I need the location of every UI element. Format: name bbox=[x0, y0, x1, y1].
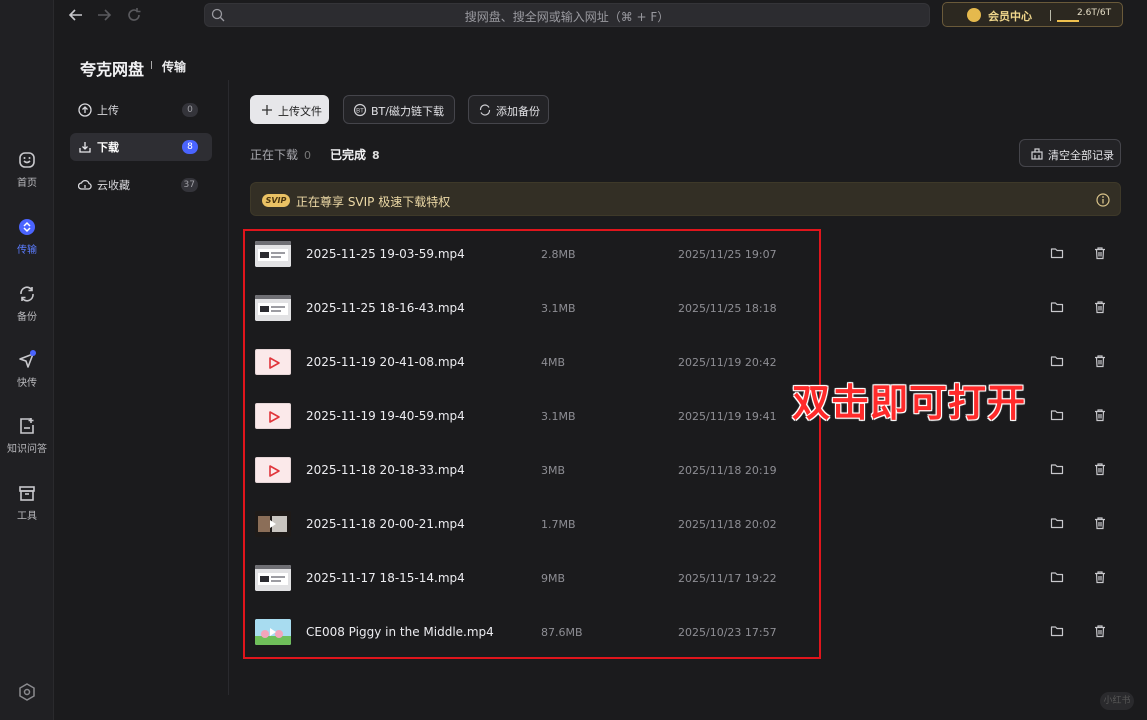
button-label: 添加备份 bbox=[496, 105, 540, 118]
rail-item-transfer[interactable]: 传输 bbox=[0, 217, 54, 256]
section-title: 传输 bbox=[162, 60, 187, 74]
trash-icon[interactable] bbox=[1093, 462, 1107, 476]
tab-label: 正在下载 bbox=[250, 148, 299, 162]
open-folder-icon[interactable] bbox=[1050, 300, 1064, 314]
count-badge: 37 bbox=[180, 178, 198, 192]
sidebar-item-label: 下载 bbox=[97, 141, 119, 154]
svip-banner: SVIP 正在尊享 SVIP 极速下载特权 bbox=[250, 182, 1121, 216]
info-icon[interactable] bbox=[1096, 193, 1110, 207]
rail-label: 传输 bbox=[17, 245, 37, 256]
backup-icon bbox=[20, 286, 34, 302]
rail-item-tools[interactable]: 工具 bbox=[0, 483, 54, 522]
backup-icon bbox=[479, 104, 491, 116]
open-folder-icon[interactable] bbox=[1050, 462, 1064, 476]
rail-item-send[interactable]: 快传 bbox=[0, 350, 54, 389]
plus-icon bbox=[262, 105, 272, 115]
tab-downloading[interactable]: 正在下载 0 bbox=[250, 146, 311, 163]
svg-text:BT: BT bbox=[356, 109, 364, 115]
open-folder-icon[interactable] bbox=[1050, 570, 1064, 584]
magnet-icon: BT bbox=[353, 103, 367, 117]
rail-item-home[interactable]: 首页 bbox=[0, 150, 54, 189]
upload-icon bbox=[78, 103, 92, 117]
rail-item-backup[interactable]: 备份 bbox=[0, 284, 54, 323]
tab-count: 8 bbox=[372, 149, 380, 162]
forward-arrow-icon[interactable] bbox=[94, 5, 114, 25]
title-separator bbox=[151, 61, 152, 69]
button-label: 清空全部记录 bbox=[1048, 149, 1114, 162]
open-folder-icon[interactable] bbox=[1050, 246, 1064, 260]
storage-text: 2.6T/6T bbox=[1077, 8, 1112, 18]
clear-all-records-button[interactable]: 清空全部记录 bbox=[1019, 139, 1121, 167]
add-backup-button[interactable]: 添加备份 bbox=[468, 95, 549, 124]
clear-icon bbox=[1031, 148, 1043, 160]
sidebar-item-cloud-collection[interactable]: 云收藏 37 bbox=[70, 171, 212, 199]
upload-file-button[interactable]: 上传文件 bbox=[250, 95, 329, 124]
back-arrow-icon[interactable] bbox=[66, 5, 86, 25]
open-folder-icon[interactable] bbox=[1050, 354, 1064, 368]
watermark: 小红书 bbox=[1100, 692, 1134, 710]
banner-text: 正在尊享 SVIP 极速下载特权 bbox=[296, 195, 451, 209]
home-icon bbox=[19, 152, 35, 168]
rail-label: 知识问答 bbox=[7, 444, 47, 455]
rail-label: 工具 bbox=[17, 511, 37, 522]
annotation-text: 双击即可打开 bbox=[792, 381, 1027, 425]
highlight-annotation-box bbox=[243, 229, 821, 659]
rail-item-qa[interactable]: 知识问答 bbox=[0, 416, 54, 455]
trash-icon[interactable] bbox=[1093, 570, 1107, 584]
coin-icon bbox=[967, 8, 981, 22]
vip-center-button[interactable]: 会员中心 2.6T/6T bbox=[942, 2, 1123, 27]
trash-icon[interactable] bbox=[1093, 408, 1107, 422]
storage-usage-bar bbox=[1057, 20, 1079, 22]
open-folder-icon[interactable] bbox=[1050, 624, 1064, 638]
top-bar: 搜网盘、搜全网或输入网址（⌘ + F） 会员中心 2.6T/6T bbox=[54, 0, 1147, 30]
refresh-icon[interactable] bbox=[124, 5, 144, 25]
count-badge: 8 bbox=[182, 140, 198, 154]
trash-icon[interactable] bbox=[1093, 516, 1107, 530]
open-folder-icon[interactable] bbox=[1050, 408, 1064, 422]
button-label: 上传文件 bbox=[278, 105, 322, 118]
bt-magnet-download-button[interactable]: BT BT/磁力链下载 bbox=[343, 95, 455, 124]
open-folder-icon[interactable] bbox=[1050, 516, 1064, 530]
sidebar-item-label: 上传 bbox=[97, 104, 119, 117]
download-icon bbox=[79, 142, 91, 153]
cloud-icon bbox=[78, 179, 92, 190]
rail-label: 备份 bbox=[17, 312, 37, 323]
count-badge: 0 bbox=[182, 103, 198, 117]
svip-badge: SVIP bbox=[262, 194, 290, 207]
sidebar-item-upload[interactable]: 上传 0 bbox=[70, 96, 212, 124]
search-placeholder: 搜网盘、搜全网或输入网址（⌘ + F） bbox=[464, 10, 670, 24]
toolbox-icon bbox=[19, 486, 35, 501]
tab-completed[interactable]: 已完成 8 bbox=[330, 146, 380, 163]
column-divider bbox=[228, 80, 229, 695]
search-input[interactable]: 搜网盘、搜全网或输入网址（⌘ + F） bbox=[204, 3, 930, 27]
sidebar-item-label: 云收藏 bbox=[97, 179, 130, 192]
trash-icon[interactable] bbox=[1093, 624, 1107, 638]
trash-icon[interactable] bbox=[1093, 300, 1107, 314]
app-title: 夸克网盘 bbox=[80, 60, 145, 79]
button-label: BT/磁力链下载 bbox=[371, 105, 444, 118]
tab-label: 已完成 bbox=[330, 148, 367, 162]
vip-label: 会员中心 bbox=[988, 10, 1032, 23]
sidebar-item-download[interactable]: 下载 8 bbox=[70, 133, 212, 161]
transfer-icon bbox=[19, 219, 35, 235]
qa-icon bbox=[20, 418, 34, 434]
tab-count: 0 bbox=[304, 149, 312, 162]
trash-icon[interactable] bbox=[1093, 354, 1107, 368]
vip-separator bbox=[1050, 10, 1051, 21]
left-rail: 首页 传输 备份 快传 知识问答 工具 bbox=[0, 0, 54, 720]
send-icon bbox=[19, 350, 36, 368]
settings-icon[interactable] bbox=[17, 682, 37, 702]
rail-label: 快传 bbox=[17, 378, 37, 389]
rail-label: 首页 bbox=[17, 178, 37, 189]
trash-icon[interactable] bbox=[1093, 246, 1107, 260]
